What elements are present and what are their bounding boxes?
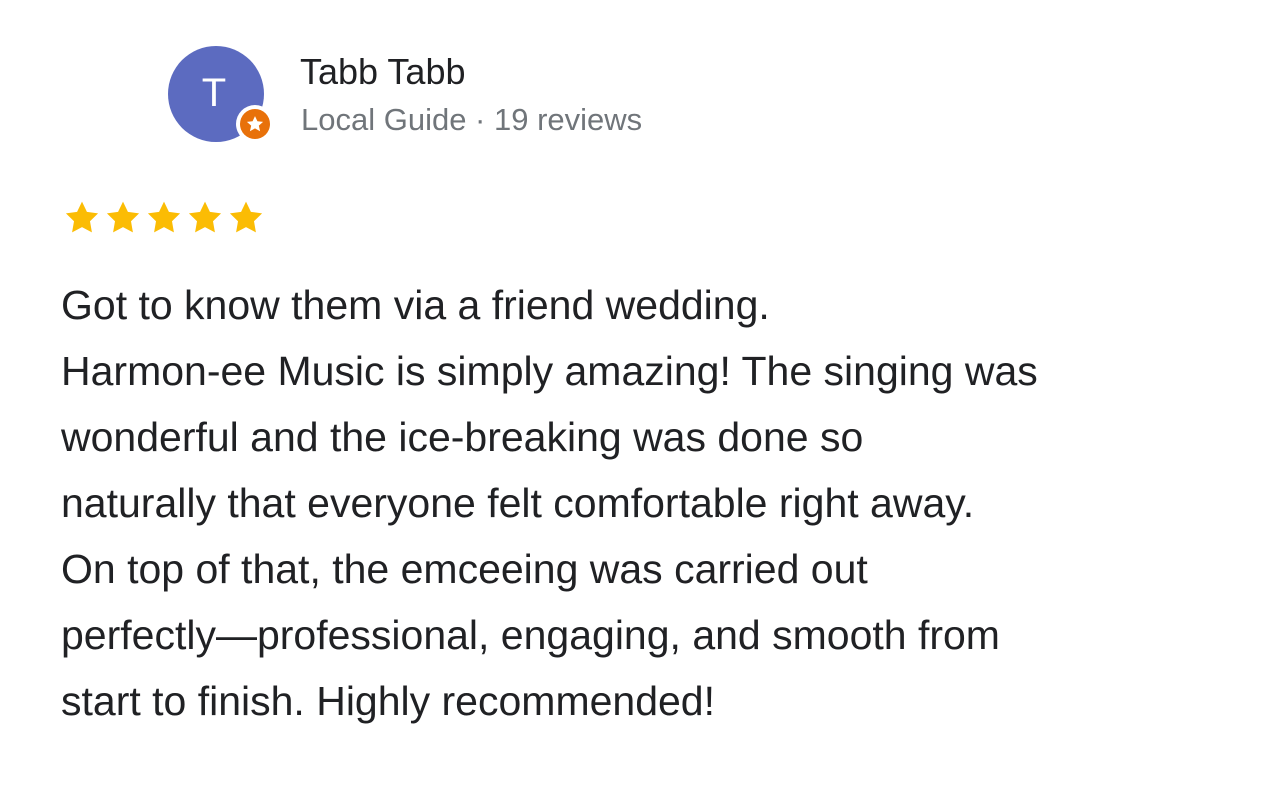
star-icon — [229, 201, 263, 233]
star-icon — [106, 201, 140, 233]
review-text: Got to know them via a friend wedding. H… — [61, 272, 1261, 734]
local-guide-badge — [236, 105, 274, 143]
avatar-initial: T — [201, 71, 227, 115]
review-line: perfectly—professional, engaging, and sm… — [61, 612, 1000, 658]
star-icon — [188, 201, 222, 233]
review-line: start to finish. Highly recommended! — [61, 678, 715, 724]
star-rating — [62, 198, 266, 238]
review-line: Got to know them via a friend wedding. — [61, 282, 770, 328]
review-line: naturally that everyone felt comfortable… — [61, 480, 975, 526]
star-icon — [147, 201, 181, 233]
review-line: On top of that, the emceeing was carried… — [61, 546, 868, 592]
reviewer-meta: Local Guide · 19 reviews — [301, 102, 643, 137]
star-icon — [65, 201, 99, 233]
review-line: wonderful and the ice-breaking was done … — [61, 414, 864, 460]
review-card: T Tabb Tabb Local Guide · 19 reviews Got… — [0, 0, 1284, 794]
review-line: Harmon-ee Music is simply amazing! The s… — [61, 348, 1038, 394]
local-guide-star-icon — [240, 109, 270, 139]
reviewer-name[interactable]: Tabb Tabb — [300, 52, 465, 92]
